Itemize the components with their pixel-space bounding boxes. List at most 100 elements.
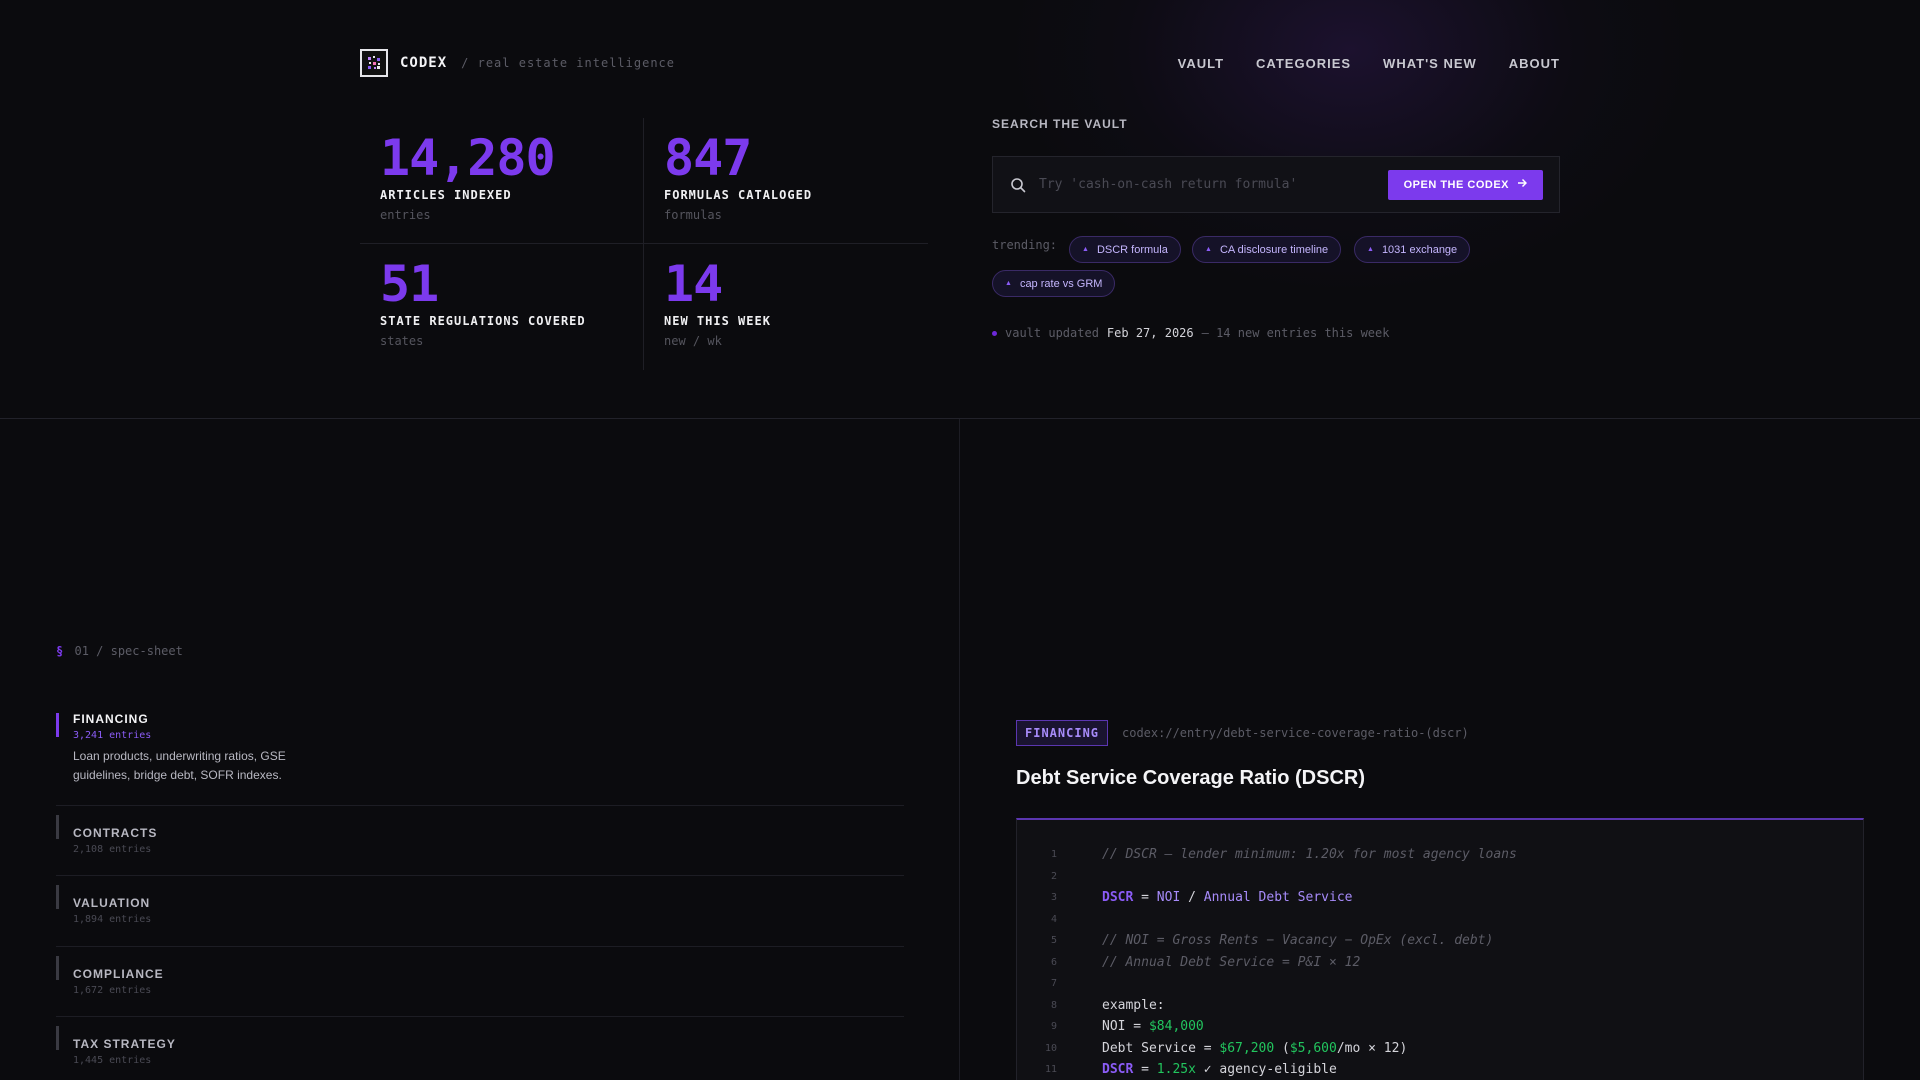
codex-logo-icon	[360, 49, 388, 77]
entry-title: Debt Service Coverage Ratio (DSCR)	[1016, 767, 1365, 789]
code-token: /	[1180, 890, 1204, 906]
search-box: OPEN THE CODEX	[992, 156, 1560, 213]
stat-articles: 14,280 ARTICLES INDEXED entries	[360, 118, 644, 244]
brand-name: CODEX	[400, 55, 448, 71]
line-content: // NOI = Gross Rents − Vacancy − OpEx (e…	[1102, 933, 1493, 948]
stat-regulations: 51 STATE REGULATIONS COVERED states	[360, 244, 644, 370]
code-token: // NOI = Gross Rents − Vacancy − OpEx (e…	[1102, 933, 1494, 949]
nav-vault[interactable]: VAULT	[1178, 56, 1224, 71]
category-financing[interactable]: FINANCING 3,241 entries Loan products, u…	[56, 704, 904, 806]
code-token: example:	[1102, 997, 1165, 1013]
code-line: 9 NOI = $84,000	[1017, 1016, 1863, 1038]
line-number: 4	[1050, 913, 1057, 925]
category-name: COMPLIANCE	[73, 967, 164, 981]
line-content: NOI = $84,000	[1102, 1019, 1204, 1034]
stat-formulas: 847 FORMULAS CATALOGED formulas	[644, 118, 928, 244]
updated-prefix: vault updated	[1005, 326, 1099, 340]
line-number: 2	[1050, 870, 1057, 882]
code-token: ✓ agency-eligible	[1195, 1062, 1337, 1078]
nav-whats-new[interactable]: WHAT'S NEW	[1383, 56, 1477, 71]
search-title: SEARCH THE VAULT	[992, 117, 1128, 131]
code-token: Debt Service =	[1102, 1040, 1220, 1056]
brand[interactable]: CODEX / real estate intelligence	[360, 49, 675, 77]
section-label-text: 01 / spec-sheet	[74, 644, 183, 658]
section-label: § 01 / spec-sheet	[56, 644, 183, 658]
stat-label: ARTICLES INDEXED	[380, 188, 512, 202]
category-contracts[interactable]: CONTRACTS 2,108 entries	[56, 806, 904, 876]
stat-value: 14,280	[380, 129, 556, 187]
code-token: =	[1133, 890, 1157, 906]
stats-grid: 14,280 ARTICLES INDEXED entries 847 FORM…	[360, 118, 928, 370]
code-token: =	[1133, 1062, 1157, 1078]
entry-category-badge: FINANCING	[1016, 720, 1109, 746]
code-line: 2	[1017, 866, 1863, 888]
code-line: 4	[1017, 909, 1863, 931]
code-token: (	[1274, 1040, 1290, 1056]
trend-up-icon: ▲	[1205, 246, 1212, 253]
line-number: 8	[1050, 999, 1057, 1011]
stat-unit: new / wk	[664, 334, 722, 348]
code-line: 7	[1017, 973, 1863, 995]
search-input[interactable]	[1039, 177, 1388, 192]
stat-new-this-week: 14 NEW THIS WEEK new / wk	[644, 244, 928, 370]
line-content: DSCR = NOI / Annual Debt Service	[1102, 890, 1352, 905]
open-codex-button[interactable]: OPEN THE CODEX	[1387, 169, 1543, 200]
line-number: 6	[1050, 956, 1057, 968]
code-token: 1.25x	[1156, 1062, 1196, 1078]
category-name: VALUATION	[73, 896, 151, 910]
trend-up-icon: ▲	[1005, 280, 1012, 287]
updated-suffix: — 14 new entries this week	[1201, 326, 1390, 340]
stat-label: FORMULAS CATALOGED	[664, 188, 813, 202]
top-header: CODEX / real estate intelligence VAULT C…	[360, 48, 1560, 78]
code-line: 11 DSCR = 1.25x ✓ agency-eligible	[1017, 1059, 1863, 1080]
section-divider	[0, 418, 1920, 419]
nav-categories[interactable]: CATEGORIES	[1256, 56, 1351, 71]
entry-path: codex://entry/debt-service-coverage-rati…	[1122, 726, 1469, 740]
code-line: 6 // Annual Debt Service = P&I × 12	[1017, 952, 1863, 974]
chip-label: cap rate vs GRM	[1019, 277, 1103, 290]
category-compliance[interactable]: COMPLIANCE 1,672 entries	[56, 947, 904, 1017]
code-line: 1 // DSCR — lender minimum: 1.20x for mos…	[1017, 844, 1863, 866]
category-list: FINANCING 3,241 entries Loan products, u…	[56, 704, 904, 1080]
category-count: 2,108 entries	[73, 844, 152, 855]
chip-label: 1031 exchange	[1381, 243, 1458, 256]
line-content: // Annual Debt Service = P&I × 12	[1102, 955, 1360, 970]
code-line: 10 Debt Service = $67,200 ($5,600/mo × 12…	[1017, 1038, 1863, 1060]
line-number: 7	[1050, 978, 1057, 990]
chip-label: CA disclosure timeline	[1219, 243, 1329, 256]
line-content: Debt Service = $67,200 ($5,600/mo × 12)	[1102, 1041, 1407, 1056]
stat-label: NEW THIS WEEK	[664, 314, 771, 328]
stat-unit: entries	[380, 208, 431, 222]
code-token: DSCR	[1102, 890, 1134, 906]
line-number: 11	[1044, 1064, 1057, 1076]
code-token: $5,600	[1289, 1040, 1337, 1056]
code-token: $67,200	[1219, 1040, 1275, 1056]
category-name: FINANCING	[73, 712, 149, 726]
trending-chip[interactable]: ▲ DSCR formula	[1069, 236, 1181, 263]
search-icon	[1009, 176, 1027, 194]
trending-label: trending:	[992, 238, 1058, 252]
status-dot-icon	[992, 330, 997, 336]
line-content: DSCR = 1.25x ✓ agency-eligible	[1102, 1062, 1337, 1077]
line-content: example:	[1102, 998, 1165, 1013]
trend-up-icon: ▲	[1367, 246, 1374, 253]
code-token: // Annual Debt Service = P&I × 12	[1102, 954, 1361, 970]
column-divider	[959, 419, 960, 1080]
line-number: 1	[1050, 849, 1057, 861]
code-line: 3 DSCR = NOI / Annual Debt Service	[1017, 887, 1863, 909]
trending-chip[interactable]: ▲ CA disclosure timeline	[1192, 236, 1342, 263]
code-line: 8 example:	[1017, 995, 1863, 1017]
trending-chip[interactable]: ▲ 1031 exchange	[1354, 236, 1471, 263]
stat-unit: formulas	[664, 208, 722, 222]
code-line: 5 // NOI = Gross Rents − Vacancy − OpEx (…	[1017, 930, 1863, 952]
category-name: TAX STRATEGY	[73, 1037, 176, 1051]
category-count: 3,241 entries	[73, 730, 152, 741]
trending-chip[interactable]: ▲ cap rate vs GRM	[992, 270, 1116, 297]
chip-label: DSCR formula	[1096, 243, 1168, 256]
vault-updated: vault updated Feb 27, 2026 — 14 new entr…	[992, 326, 1389, 340]
arrow-right-icon	[1517, 178, 1528, 191]
category-valuation[interactable]: VALUATION 1,894 entries	[56, 876, 904, 947]
nav-about[interactable]: ABOUT	[1509, 56, 1560, 71]
category-tax-strategy[interactable]: TAX STRATEGY 1,445 entries	[56, 1017, 904, 1080]
stat-value: 847	[664, 129, 752, 187]
